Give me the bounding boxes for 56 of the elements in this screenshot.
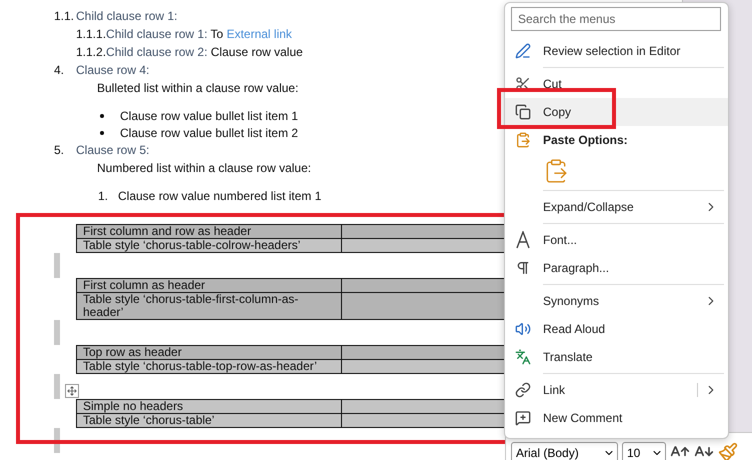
link-icon <box>515 382 531 398</box>
copy-icon <box>515 104 531 120</box>
menu-item[interactable]: New Comment <box>505 404 728 432</box>
menu-item[interactable]: Paragraph... <box>505 254 728 282</box>
bullet-icon <box>100 130 104 134</box>
clause-title: Child clause row 1: <box>76 9 178 23</box>
menu-section-header: Paste Options: <box>543 133 628 147</box>
paragraph-marker-bar <box>54 320 60 345</box>
clause-number: 1.1. <box>54 8 76 25</box>
menu-item[interactable]: Font... <box>505 226 728 254</box>
translate-icon <box>515 349 531 365</box>
clipboard-icon <box>515 132 531 148</box>
paragraph-text: Bulleted list within a clause row value: <box>97 80 298 97</box>
font-dropdown[interactable]: Arial (Body) <box>511 442 618 460</box>
clause-title: Clause row 4: <box>76 63 150 77</box>
list-item-text: Clause row value bullet list item 2 <box>120 126 298 140</box>
paragraph-marker-bar <box>54 374 60 399</box>
table-cell: Table style ‘chorus-table-top-row-as-header’ <box>77 360 341 373</box>
list-item-text: Clause row value numbered list item 1 <box>118 188 322 202</box>
table-cell: First column as header <box>77 279 341 292</box>
clause-number: 4. <box>54 62 66 79</box>
menu-item[interactable]: Read Aloud <box>505 315 728 343</box>
clause-value: To <box>210 27 224 41</box>
letter-a-icon <box>515 231 531 249</box>
pen-icon <box>515 43 531 59</box>
menu-item[interactable]: Link <box>505 376 728 404</box>
list-item-text: Clause row value bullet list item 1 <box>120 108 298 122</box>
clause-title: Child clause row 2: <box>106 45 208 59</box>
menu-item[interactable]: Copy <box>505 98 728 126</box>
comment-icon <box>515 410 531 426</box>
clause-number: 1.1.1. <box>76 26 106 43</box>
clause-title: Child clause row 1: <box>106 27 208 41</box>
bullet-icon <box>100 114 104 118</box>
paragraph-marker-bar <box>54 253 60 278</box>
table-cell: Table style ‘chorus-table-colrow-headers’ <box>77 239 341 252</box>
search-field[interactable]: Search the menus <box>511 7 721 31</box>
menu-item[interactable]: Cut <box>505 70 728 98</box>
clause-number: 1.1.2. <box>76 44 106 61</box>
paragraph-text: Numbered list within a clause row value: <box>97 160 312 177</box>
menu-item[interactable]: Translate <box>505 343 728 371</box>
table-cell: Table style ‘chorus-table’ <box>77 414 341 427</box>
speaker-icon <box>515 321 531 337</box>
menu-item[interactable]: Expand/Collapse <box>505 193 728 221</box>
paragraph-icon <box>515 260 531 276</box>
table-cell: Table style ‘chorus-table-first-column-as-header’ <box>77 293 341 319</box>
clause-number: 5. <box>54 142 66 159</box>
list-number: 1. <box>98 188 110 202</box>
font-size-dropdown[interactable]: 10 <box>622 442 666 460</box>
table-move-handle[interactable] <box>65 384 79 398</box>
table-cell: Simple no headers <box>77 400 341 413</box>
menu-item[interactable]: Review selection in Editor <box>505 37 728 65</box>
table-cell: First column and row as header <box>77 225 341 238</box>
clause-value: Clause row value <box>210 45 303 59</box>
menu-item[interactable]: Synonyms <box>505 287 728 315</box>
clause-title: Clause row 5: <box>76 143 150 157</box>
table-cell: Top row as header <box>77 346 341 359</box>
